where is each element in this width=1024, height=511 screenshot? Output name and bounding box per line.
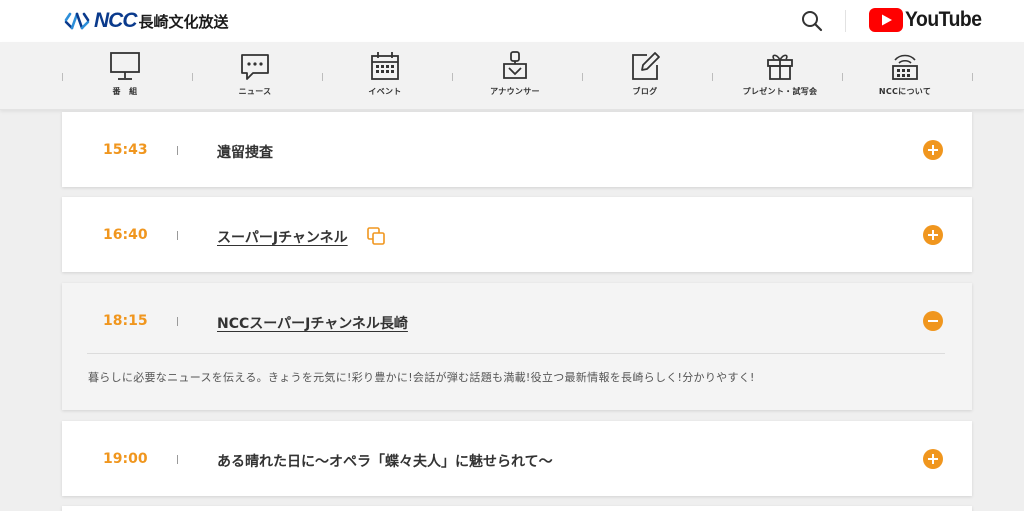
- nav-item-about[interactable]: NCCについて: [840, 42, 970, 110]
- nav-label: ニュース: [238, 87, 272, 96]
- program-title: ある晴れた日に～オペラ「蝶々夫人」に魅せられて～: [217, 454, 553, 470]
- program-description: 暮らしに必要なニュースを伝える。きょうを元気に!彩り豊かに!会話が弾む話題も満載…: [88, 371, 755, 384]
- ncc-logo[interactable]: NCC 長崎文化放送: [62, 8, 229, 34]
- youtube-play-icon: [869, 8, 903, 32]
- tv-monitor-icon: [110, 52, 140, 80]
- top-bar: NCC 長崎文化放送 YouTube: [0, 0, 1024, 42]
- program-time: 18:15: [103, 313, 148, 329]
- nav-item-news[interactable]: ニュース: [190, 42, 320, 110]
- program-card[interactable]: 15:43 遺留捜査: [62, 112, 972, 187]
- logo-station-name: 長崎文化放送: [138, 12, 229, 31]
- ncc-logo-mark-icon: [64, 12, 90, 30]
- speech-bubble-icon: [241, 54, 269, 80]
- external-link-icon[interactable]: [367, 227, 385, 245]
- main-nav: 番 組 ニュース イベント アナウンサー ブログ プレゼント・試写会 NCCにつ…: [0, 42, 1024, 110]
- expand-plus-icon[interactable]: [923, 140, 943, 160]
- nav-label: NCCについて: [878, 87, 932, 96]
- program-card[interactable]: 19:00 ある晴れた日に～オペラ「蝶々夫人」に魅せられて～: [62, 421, 972, 496]
- program-card[interactable]: [62, 506, 972, 511]
- logo-ncc-text: NCC: [94, 9, 137, 32]
- gift-box-icon: [767, 54, 793, 80]
- program-time: 16:40: [103, 227, 148, 243]
- program-card[interactable]: 16:40 スーパーJチャンネル: [62, 197, 972, 272]
- time-separator: [177, 231, 178, 240]
- nav-separator: [972, 73, 973, 81]
- nav-item-programs[interactable]: 番 組: [60, 42, 190, 110]
- program-title: 遺留捜査: [217, 145, 273, 161]
- header-divider: [845, 10, 846, 32]
- pen-notepad-icon: [632, 52, 660, 80]
- program-time: 19:00: [103, 451, 148, 467]
- nav-label: プレゼント・試写会: [742, 87, 818, 96]
- program-title-link[interactable]: スーパーJチャンネル: [217, 227, 348, 247]
- youtube-link[interactable]: YouTube: [869, 7, 988, 33]
- program-title-link[interactable]: NCCスーパーJチャンネル長崎: [217, 313, 408, 333]
- youtube-label: YouTube: [905, 8, 982, 31]
- announcer-podium-icon: [503, 51, 527, 79]
- calendar-icon: [371, 52, 399, 80]
- nav-label: イベント: [368, 87, 402, 96]
- time-separator: [177, 455, 178, 464]
- nav-item-blog[interactable]: ブログ: [580, 42, 710, 110]
- nav-item-presents[interactable]: プレゼント・試写会: [715, 42, 845, 110]
- nav-item-announcers[interactable]: アナウンサー: [450, 42, 580, 110]
- program-time: 15:43: [103, 142, 148, 158]
- nav-label: アナウンサー: [490, 87, 540, 96]
- building-icon: [892, 54, 918, 80]
- nav-label: 番 組: [112, 87, 138, 96]
- expand-plus-icon[interactable]: [923, 225, 943, 245]
- nav-item-events[interactable]: イベント: [320, 42, 450, 110]
- collapse-minus-icon[interactable]: [923, 311, 943, 331]
- nav-separator: [712, 73, 713, 81]
- nav-label: ブログ: [632, 87, 658, 96]
- time-separator: [177, 146, 178, 155]
- card-divider: [87, 353, 945, 354]
- search-icon[interactable]: [800, 9, 824, 33]
- time-separator: [177, 317, 178, 326]
- expand-plus-icon[interactable]: [923, 449, 943, 469]
- program-card-expanded[interactable]: 18:15 NCCスーパーJチャンネル長崎 暮らしに必要なニュースを伝える。きょ…: [62, 283, 972, 410]
